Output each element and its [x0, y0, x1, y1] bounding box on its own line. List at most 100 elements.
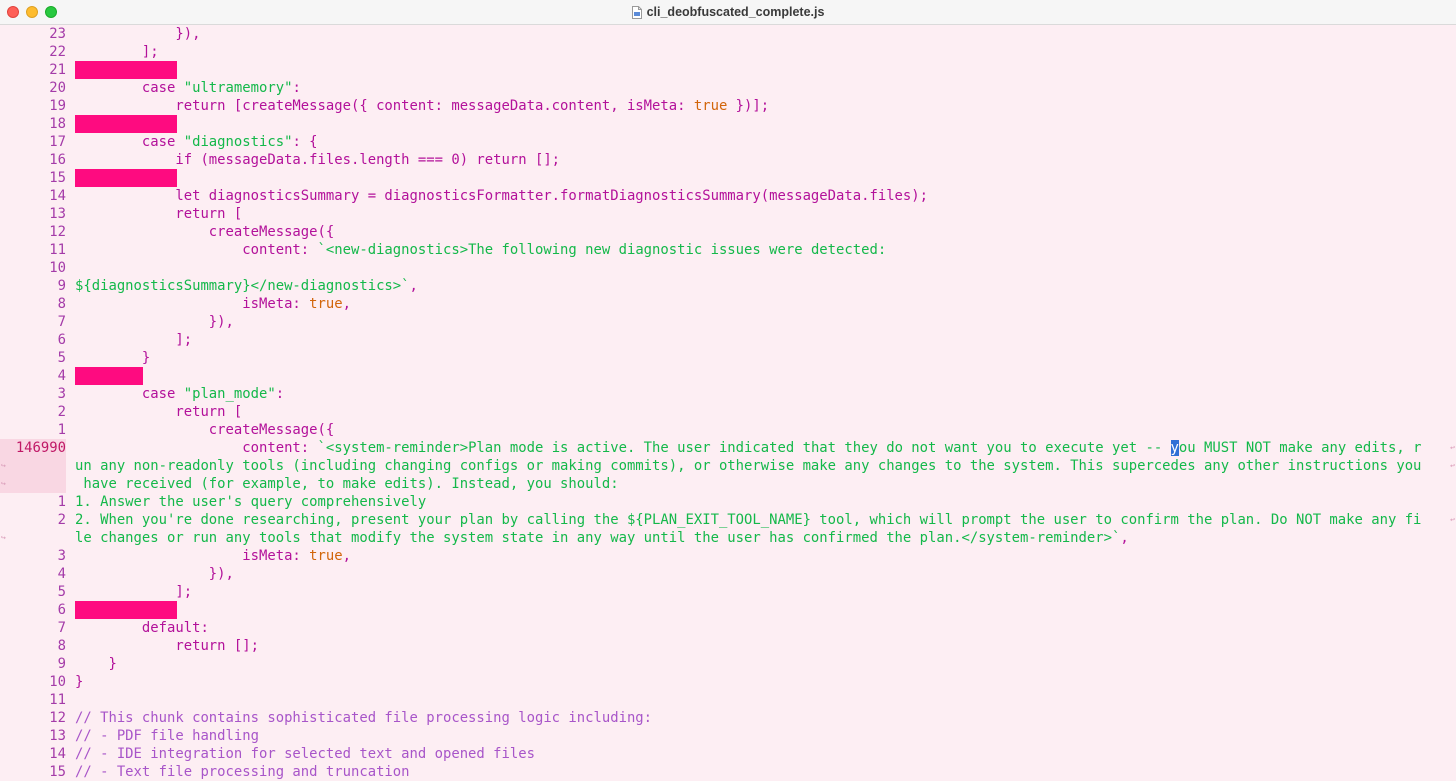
code-line[interactable]: 17 case "diagnostics": {: [0, 133, 1456, 151]
code-line[interactable]: 10: [0, 259, 1456, 277]
line-number: 4: [57, 566, 66, 582]
code-text: if (messageData.files.length === 0) retu…: [75, 152, 561, 168]
code-line[interactable]: 5 }: [0, 349, 1456, 367]
code-line[interactable]: 15: [0, 169, 1456, 187]
code-text: ];: [75, 584, 193, 600]
line-number: 15: [49, 170, 66, 186]
code-text: 1. Answer the user's query comprehensive…: [75, 494, 427, 510]
line-number: 6: [57, 332, 66, 348]
code-line[interactable]: 20 case "ultramemory":: [0, 79, 1456, 97]
code-line[interactable]: 11: [0, 691, 1456, 709]
highlight-marker: [75, 367, 143, 385]
code-text: createMessage({: [75, 224, 335, 240]
line-number: 14: [49, 188, 66, 204]
code-line[interactable]: 18: [0, 115, 1456, 133]
code-line[interactable]: 6: [0, 601, 1456, 619]
code-line[interactable]: 8 return [];: [0, 637, 1456, 655]
title-bar: cli_deobfuscated_complete.js: [0, 0, 1456, 25]
code-line[interactable]: 2 2. When you're done researching, presen…: [0, 511, 1456, 529]
code-text: isMeta: true,: [75, 548, 351, 564]
line-number: 13: [49, 206, 66, 222]
window-title: cli_deobfuscated_complete.js: [646, 5, 825, 19]
wrap-continuation-icon: ↪: [1, 461, 6, 470]
code-line[interactable]: 12 // This chunk contains sophisticated f…: [0, 709, 1456, 727]
code-line[interactable]: 22 ];: [0, 43, 1456, 61]
code-text: have received (for example, to make edit…: [75, 476, 619, 492]
code-text: // - IDE integration for selected text a…: [75, 746, 535, 762]
code-line[interactable]: 15 // - Text file processing and truncati…: [0, 763, 1456, 781]
current-line[interactable]: un any non-readonly tools (including cha…: [0, 457, 1456, 475]
code-line[interactable]: 9 ${diagnosticsSummary}</new-diagnostics>…: [0, 277, 1456, 295]
code-line[interactable]: 13 // - PDF file handling: [0, 727, 1456, 745]
code-line[interactable]: 12 createMessage({: [0, 223, 1456, 241]
code-line[interactable]: 19 return [createMessage({ content: mess…: [0, 97, 1456, 115]
current-line[interactable]: have received (for example, to make edit…: [0, 475, 1456, 493]
line-number: 5: [57, 350, 66, 366]
code-text: return [: [75, 206, 243, 222]
code-text: ];: [75, 44, 159, 60]
code-text: }: [75, 350, 151, 366]
current-line[interactable]: 146990 content: `<system-reminder>Plan m…: [0, 439, 1456, 457]
code-text: isMeta: true,: [75, 296, 351, 312]
code-text: le changes or run any tools that modify …: [75, 530, 1129, 546]
code-line[interactable]: 16 if (messageData.files.length === 0) r…: [0, 151, 1456, 169]
line-number: 3: [57, 386, 66, 402]
highlight-marker: [75, 169, 177, 187]
code-text: default:: [75, 620, 209, 636]
code-line[interactable]: 23 }),: [0, 25, 1456, 43]
code-line[interactable]: le changes or run any tools that modify …: [0, 529, 1456, 547]
code-line[interactable]: 3 case "plan_mode":: [0, 385, 1456, 403]
code-line[interactable]: 14 // - IDE integration for selected text…: [0, 745, 1456, 763]
code-line[interactable]: 10}: [0, 673, 1456, 691]
code-text: ];: [75, 332, 193, 348]
code-line[interactable]: 4 }),: [0, 565, 1456, 583]
line-number: 11: [49, 692, 66, 708]
code-line[interactable]: 6 ];: [0, 331, 1456, 349]
line-number: 10: [49, 674, 66, 690]
highlight-marker: [75, 601, 177, 619]
code-line[interactable]: 1 createMessage({: [0, 421, 1456, 439]
line-number: 2: [57, 512, 66, 528]
wrap-indicator-icon: ↩: [1450, 461, 1455, 470]
line-number: 23: [49, 26, 66, 42]
line-number: 7: [57, 620, 66, 636]
line-number: 9: [57, 656, 66, 672]
code-line[interactable]: 1 1. Answer the user's query comprehensiv…: [0, 493, 1456, 511]
code-text: content: `<system-reminder>Plan mode is …: [75, 440, 1422, 456]
line-number: 5: [57, 584, 66, 600]
current-line-gutter-highlight: [0, 457, 66, 475]
code-line[interactable]: 4: [0, 367, 1456, 385]
code-line[interactable]: 5 ];: [0, 583, 1456, 601]
code-text: un any non-readonly tools (including cha…: [75, 458, 1422, 474]
window-title-area: cli_deobfuscated_complete.js: [0, 0, 1456, 24]
code-text: }),: [75, 26, 201, 42]
line-number: 11: [49, 242, 66, 258]
wrap-continuation-icon: ↪: [1, 479, 6, 488]
code-text: }: [75, 656, 117, 672]
code-text: case "ultramemory":: [75, 80, 301, 96]
code-line[interactable]: 2 return [: [0, 403, 1456, 421]
code-line[interactable]: 3 isMeta: true,: [0, 547, 1456, 565]
line-number: 20: [49, 80, 66, 96]
code-line[interactable]: 7 }),: [0, 313, 1456, 331]
line-number: 3: [57, 548, 66, 564]
code-line[interactable]: 7 default:: [0, 619, 1456, 637]
line-number: 8: [57, 638, 66, 654]
line-number: 146990: [0, 439, 66, 457]
line-number: 18: [49, 116, 66, 132]
code-text: case "diagnostics": {: [75, 134, 318, 150]
code-line[interactable]: 8 isMeta: true,: [0, 295, 1456, 313]
line-number: 12: [49, 710, 66, 726]
code-line[interactable]: 13 return [: [0, 205, 1456, 223]
line-number: 15: [49, 764, 66, 780]
code-text: ${diagnosticsSummary}</new-diagnostics>`…: [75, 278, 418, 294]
code-text: 2. When you're done researching, present…: [75, 512, 1422, 528]
code-line[interactable]: 21: [0, 61, 1456, 79]
code-editor[interactable]: 23 }), 22 ]; 21 20 case "ultramemory": 19 re…: [0, 25, 1456, 781]
current-line-gutter-highlight: [0, 475, 66, 493]
code-line[interactable]: 11 content: `<new-diagnostics>The follow…: [0, 241, 1456, 259]
code-line[interactable]: 9 }: [0, 655, 1456, 673]
code-text: case "plan_mode":: [75, 386, 285, 402]
code-text: content: `<new-diagnostics>The following…: [75, 242, 887, 258]
code-line[interactable]: 14 let diagnosticsSummary = diagnosticsF…: [0, 187, 1456, 205]
